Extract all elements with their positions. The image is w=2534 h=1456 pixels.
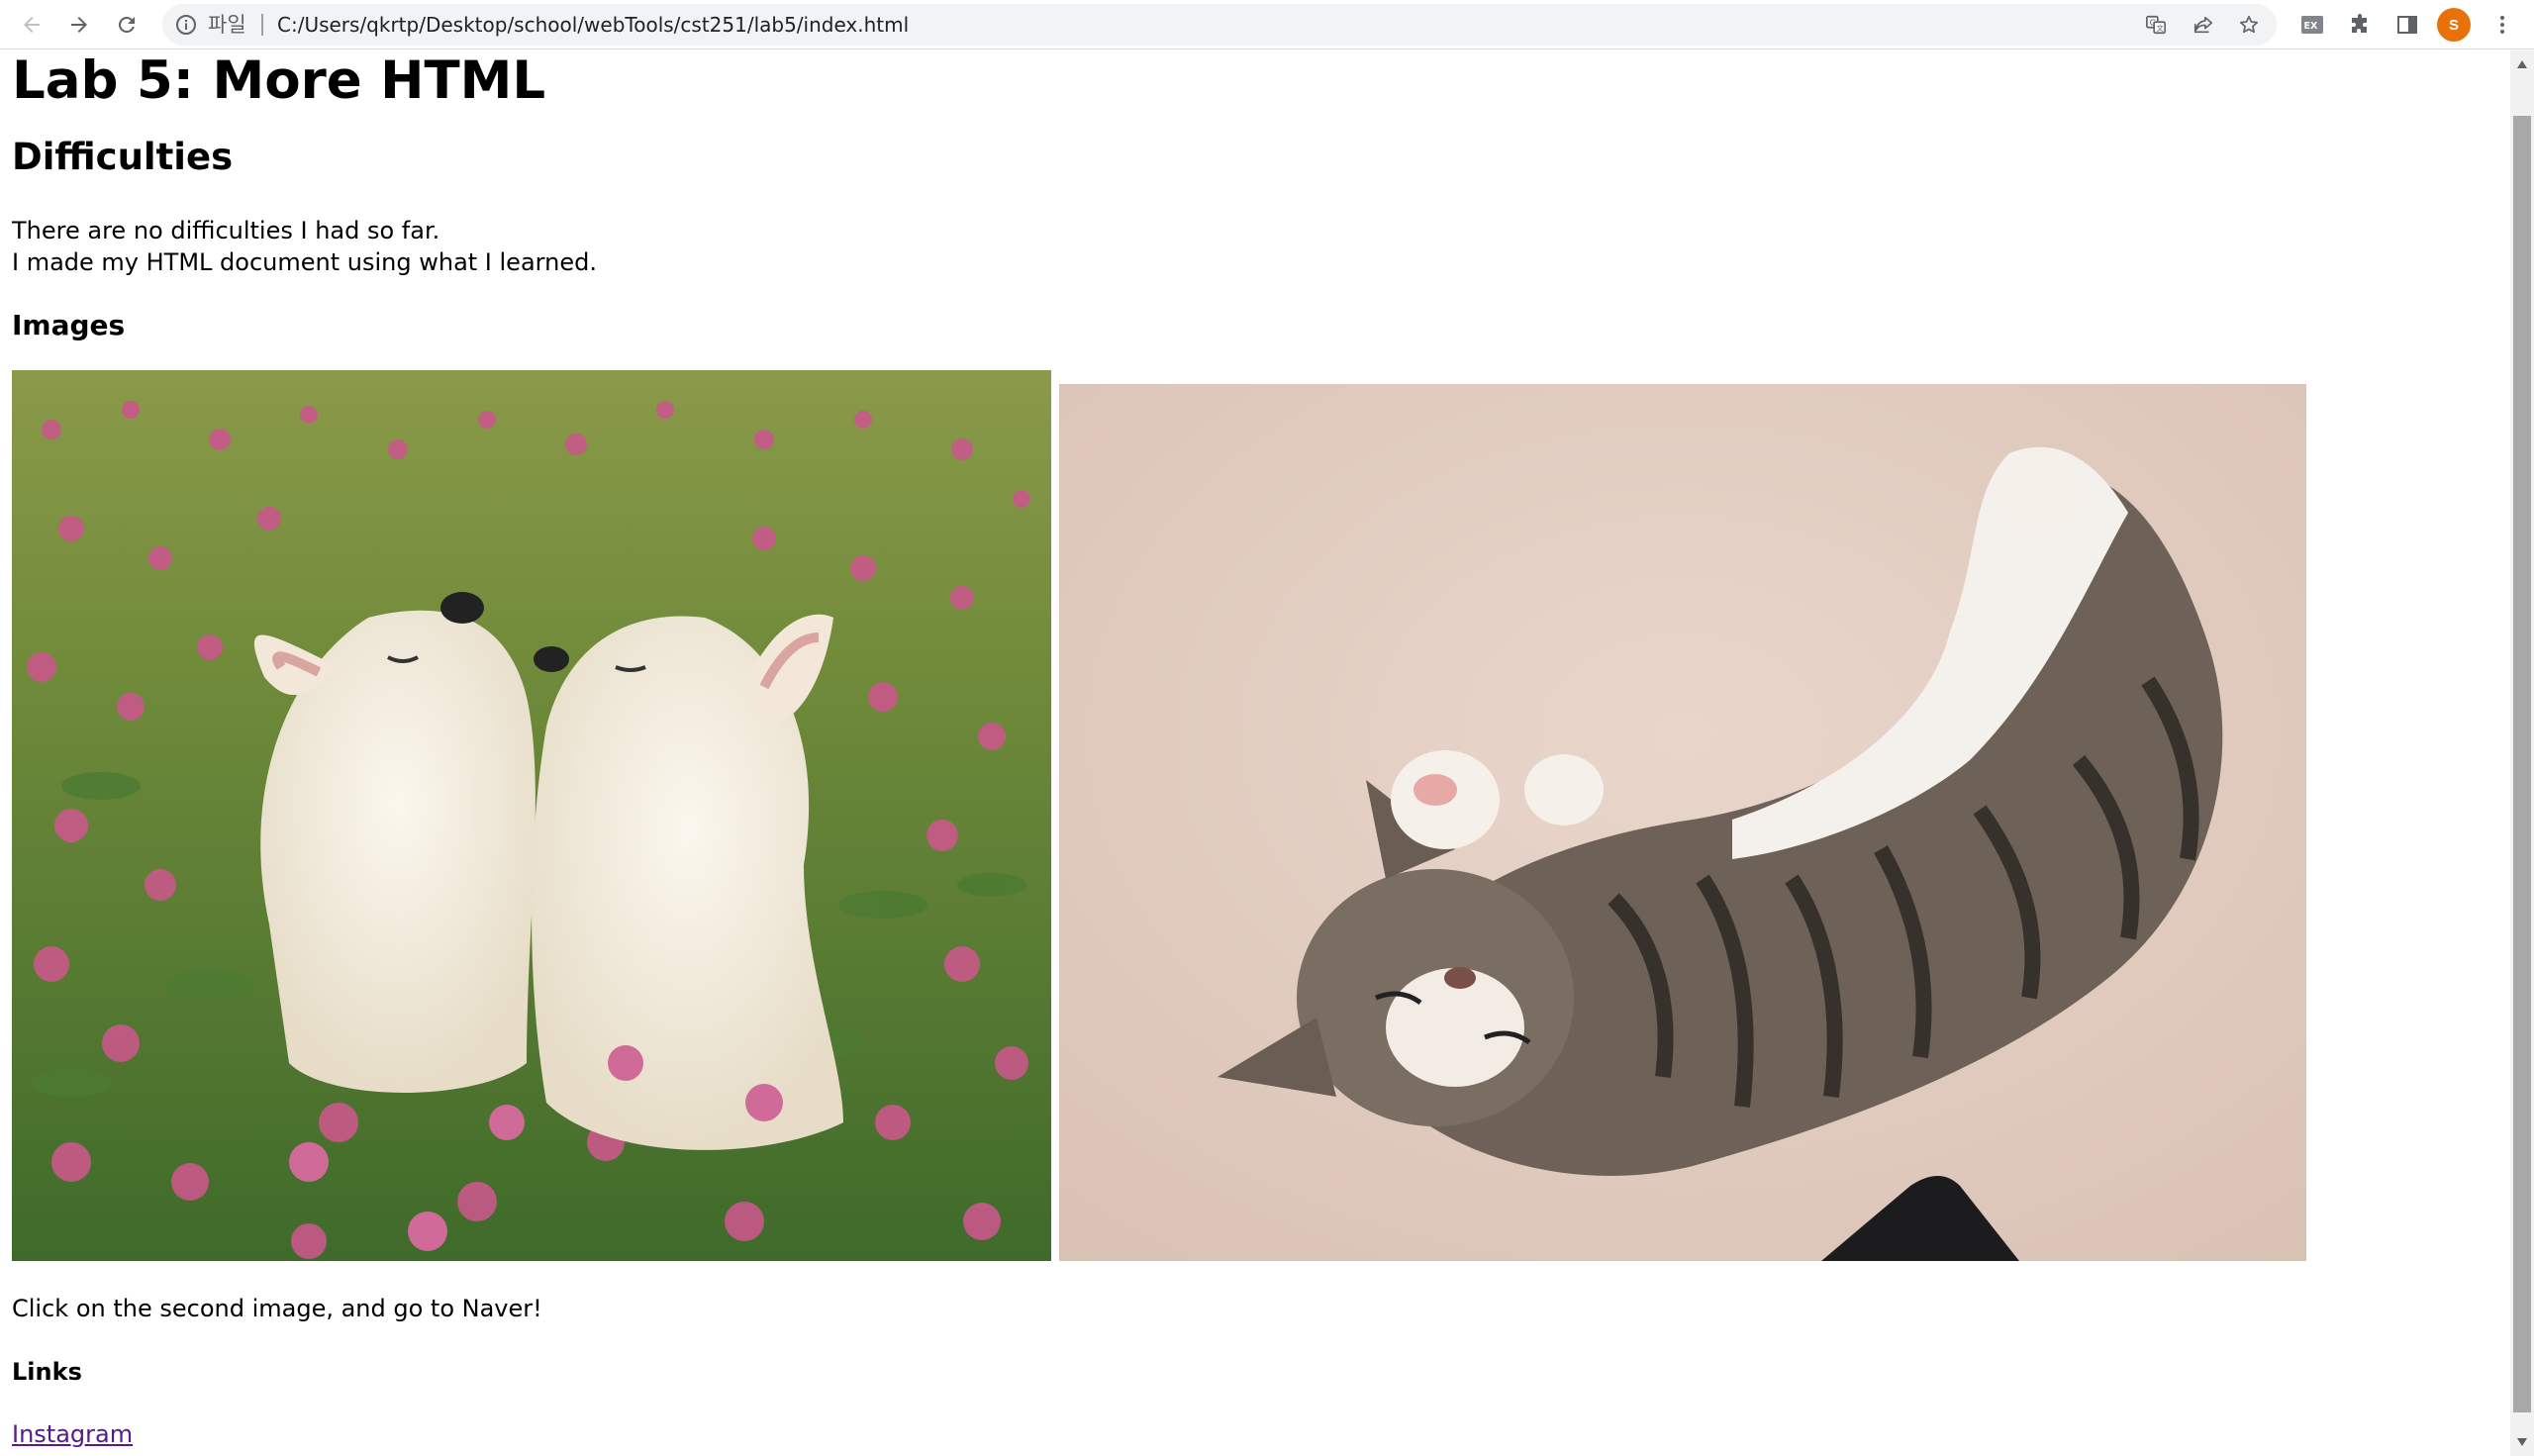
page-title: Lab 5: More HTML [12,50,546,111]
vertical-scrollbar[interactable] [2510,50,2534,1456]
browser-toolbar: 파일 C:/Users/qkrtp/Desktop/school/webTool… [0,0,2534,49]
info-icon[interactable] [174,13,198,37]
kitten-image-graphic [1059,384,2306,1261]
reload-button[interactable] [107,5,146,45]
translate-icon: G文 [2146,15,2166,35]
links-heading: Links [12,1358,82,1386]
side-panel-button[interactable] [2391,9,2423,41]
instagram-link[interactable]: Instagram [12,1418,133,1450]
share-icon [2193,16,2213,34]
image-caption: Click on the second image, and go to Nav… [12,1295,542,1322]
kitten-image-link[interactable] [1059,384,2306,1261]
page-viewport: Lab 5: More HTML Difficulties There are … [0,50,2510,1456]
puppies-image [12,370,1051,1261]
ex-extension-button[interactable]: EX [2296,9,2328,41]
bookmark-button[interactable] [2235,11,2263,39]
images-heading: Images [12,309,126,341]
reload-icon [119,17,135,33]
side-panel-icon [2397,16,2417,34]
back-button[interactable] [12,5,51,45]
scheme-label: 파일 [208,13,246,37]
star-icon [2239,15,2259,34]
kebab-menu-icon [2500,16,2504,34]
scheme-divider [261,14,263,36]
difficulties-line-2: I made my HTML document using what I lea… [12,248,597,276]
scroll-down-arrow[interactable] [2514,1434,2530,1450]
browser-menu-button[interactable] [2486,9,2518,41]
profile-avatar[interactable]: S [2437,8,2471,42]
svg-text:EX: EX [2304,21,2318,32]
ex-extension-icon: EX [2301,16,2323,34]
difficulties-line-1: There are no difficulties I had so far. [12,217,440,244]
puppies-image-graphic [12,370,1051,1261]
scroll-up-arrow[interactable] [2514,56,2530,72]
share-button[interactable] [2190,11,2217,39]
translate-button[interactable]: G文 [2142,11,2170,39]
url-text[interactable]: C:/Users/qkrtp/Desktop/school/webTools/c… [277,13,909,37]
svg-text:文: 文 [2156,24,2164,33]
arrow-right-icon [71,17,87,33]
triangle-down-icon [2517,1438,2527,1446]
triangle-up-icon [2517,60,2527,68]
puzzle-icon [2352,14,2367,33]
arrow-left-icon [24,17,40,33]
scrollbar-thumb[interactable] [2513,116,2531,1412]
forward-button[interactable] [59,5,99,45]
difficulties-heading: Difficulties [12,136,234,178]
extensions-button[interactable] [2344,9,2376,41]
address-bar[interactable]: 파일 C:/Users/qkrtp/Desktop/school/webTool… [162,4,2277,46]
